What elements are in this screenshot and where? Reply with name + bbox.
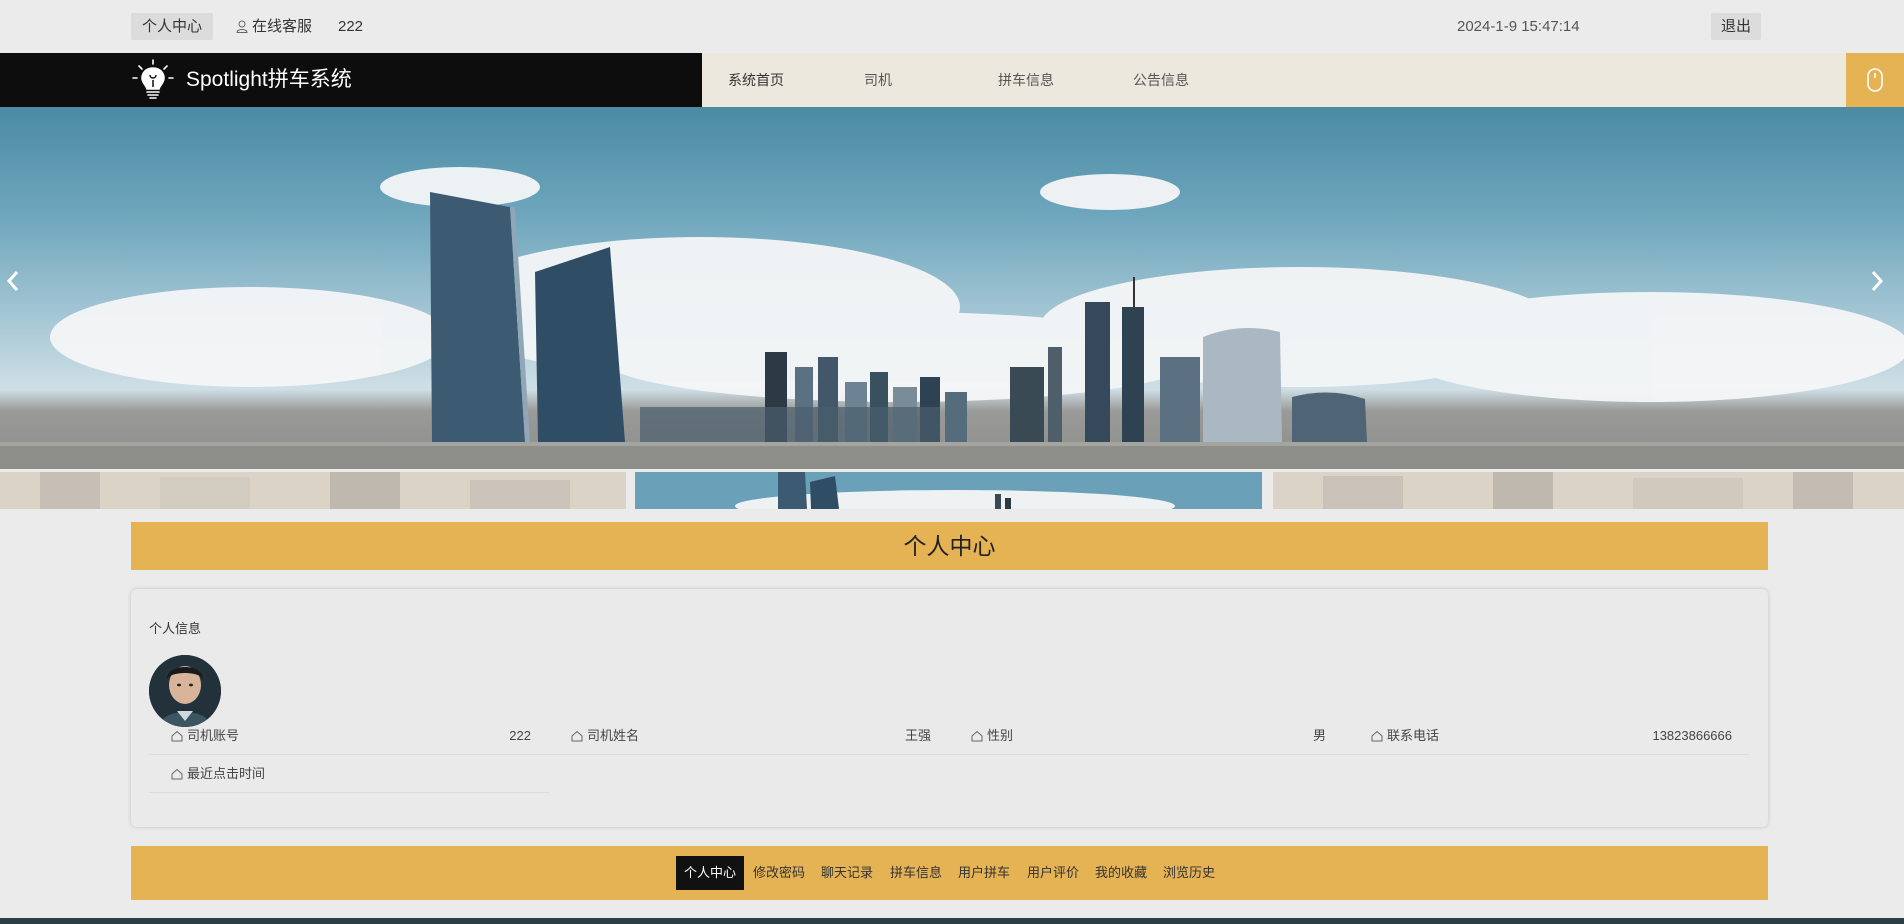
top-bar: 个人中心 在线客服 222 2024-1-9 15:47:14 退出 xyxy=(0,0,1904,53)
personal-info-card: 个人信息 司机账号 222 司机姓名 王强 性别 男 联系电话 13823866… xyxy=(131,589,1768,827)
field-driver-account: 司机账号 222 xyxy=(149,717,549,755)
customer-service-link[interactable]: 在线客服 xyxy=(236,13,312,40)
banner-image xyxy=(0,167,1904,469)
home-icon xyxy=(971,730,983,742)
tab-user-reviews[interactable]: 用户评价 xyxy=(1027,856,1079,890)
home-icon xyxy=(171,730,183,742)
thumbnail-2-active[interactable] xyxy=(635,472,1262,509)
mouse-icon xyxy=(1867,68,1883,92)
bottom-edge xyxy=(0,918,1904,924)
field-label: 性别 xyxy=(987,728,1014,743)
home-icon xyxy=(171,768,183,780)
field-label: 司机账号 xyxy=(187,728,240,743)
banner-carousel[interactable] xyxy=(0,107,1904,469)
tab-browse-history[interactable]: 浏览历史 xyxy=(1163,856,1215,890)
tab-personal-center[interactable]: 个人中心 xyxy=(676,856,745,890)
brand-bar: Spotlight拼车系统 xyxy=(0,53,702,107)
nav-item-notice[interactable]: 公告信息 xyxy=(1133,53,1189,107)
field-driver-name: 司机姓名 王强 xyxy=(549,717,949,755)
nav-item-home[interactable]: 系统首页 xyxy=(728,53,784,107)
logout-button[interactable]: 退出 xyxy=(1711,13,1762,40)
thumbnail-3[interactable] xyxy=(1273,472,1904,509)
field-label: 联系电话 xyxy=(1387,728,1440,743)
tab-carpool-info[interactable]: 拼车信息 xyxy=(890,856,942,890)
nav-item-driver[interactable]: 司机 xyxy=(864,53,892,107)
home-icon xyxy=(1371,730,1383,742)
main-nav: 系统首页 司机 拼车信息 公告信息 xyxy=(702,53,1846,107)
field-value: 男 xyxy=(1312,728,1326,743)
tab-my-favorites[interactable]: 我的收藏 xyxy=(1095,856,1147,890)
chevron-left-icon xyxy=(6,271,19,291)
tab-change-password[interactable]: 修改密码 xyxy=(753,856,805,890)
user-icon xyxy=(236,20,248,33)
field-value: 222 xyxy=(509,728,531,743)
personal-tab-bar: 个人中心 修改密码 聊天记录 拼车信息 用户拼车 用户评价 我的收藏 浏览历史 xyxy=(131,846,1768,900)
site-title: Spotlight拼车系统 xyxy=(186,68,352,91)
field-last-click-time: 最近点击时间 xyxy=(149,755,549,793)
lightbulb-icon[interactable] xyxy=(131,58,175,102)
personal-center-link[interactable]: 个人中心 xyxy=(131,13,214,40)
customer-service-label: 在线客服 xyxy=(252,18,313,35)
section-title: 个人中心 xyxy=(131,522,1768,570)
field-value: 王强 xyxy=(904,728,931,743)
carousel-next-button[interactable] xyxy=(1870,270,1894,310)
field-phone: 联系电话 13823866666 xyxy=(1349,717,1749,755)
field-value: 13823866666 xyxy=(1652,728,1732,743)
carousel-thumbnails xyxy=(0,469,1904,509)
nav-item-carpool[interactable]: 拼车信息 xyxy=(998,53,1054,107)
side-menu-button[interactable] xyxy=(1846,53,1904,107)
chevron-right-icon xyxy=(1871,271,1884,291)
tab-user-carpool[interactable]: 用户拼车 xyxy=(958,856,1010,890)
carousel-prev-button[interactable] xyxy=(6,270,30,310)
card-title: 个人信息 xyxy=(149,621,202,636)
tab-chat-records[interactable]: 聊天记录 xyxy=(821,856,873,890)
home-icon xyxy=(571,730,583,742)
field-label: 最近点击时间 xyxy=(187,766,266,781)
thumbnail-1[interactable] xyxy=(0,472,626,509)
field-gender: 性别 男 xyxy=(949,717,1349,755)
username-label: 222 xyxy=(338,18,364,35)
field-label: 司机姓名 xyxy=(587,728,640,743)
datetime-label: 2024-1-9 15:47:14 xyxy=(1457,18,1580,35)
